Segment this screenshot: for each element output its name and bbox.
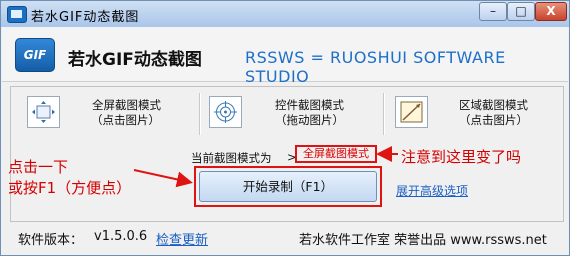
crosshair-target-icon[interactable] — [209, 96, 242, 128]
studio-tagline: RSSWS = RUOSHUI SOFTWARE STUDIO — [245, 48, 506, 86]
annotation-note-left-line2: 或按F1（方便点） — [8, 179, 132, 197]
mode-label: 区域截图模式 — [459, 98, 528, 112]
divider — [383, 93, 385, 135]
start-record-button[interactable]: 开始录制（F1） — [199, 171, 377, 202]
footer-credits: 若水软件工作室 荣誉出品 www.rssws.net — [299, 233, 547, 248]
fullscreen-capture-icon[interactable] — [27, 96, 60, 128]
mode-label: 全屏截图模式 — [92, 98, 161, 112]
version-label: 软件版本： — [18, 233, 84, 248]
divider — [199, 93, 201, 135]
app-name: 若水GIF动态截图 — [68, 50, 202, 70]
mode-hint: （拖动图片） — [275, 113, 344, 127]
title-bar[interactable]: 若水GIF动态截图 – □ X — [1, 1, 569, 27]
current-mode-label: 当前截图模式为 — [191, 151, 272, 165]
mode-hint: （点击图片） — [459, 113, 528, 127]
maximize-button[interactable]: □ — [507, 2, 535, 21]
mode-fullscreen[interactable]: 全屏截图模式 （点击图片） — [27, 87, 212, 139]
mode-region[interactable]: 区域截图模式 （点击图片） — [395, 87, 560, 139]
check-update-link[interactable]: 检查更新 — [156, 229, 208, 248]
annotation-note-top: 注意到这里变了吗 — [401, 148, 522, 166]
minimize-button[interactable]: – — [479, 2, 507, 21]
current-mode-value: 全屏截图模式 — [295, 145, 377, 163]
capture-mode-panel: 全屏截图模式 （点击图片） 控件截图模式 （拖动图片） 区域截图模式 （点击图片… — [10, 86, 564, 222]
mode-control[interactable]: 控件截图模式 （拖动图片） — [209, 87, 379, 139]
annotation-note-left-line1: 点击一下 — [8, 158, 69, 176]
close-button[interactable]: X — [535, 2, 567, 21]
mode-hint: （点击图片） — [91, 113, 160, 127]
app-icon — [7, 6, 27, 23]
app-window: 若水GIF动态截图 – □ X GIF 若水GIF动态截图 RSSWS = RU… — [0, 0, 570, 256]
app-header: GIF 若水GIF动态截图 RSSWS = RUOSHUI SOFTWARE S… — [2, 27, 568, 86]
version-value: v1.5.0.6 — [94, 229, 148, 244]
window-title: 若水GIF动态截图 — [31, 10, 140, 25]
gif-logo-icon: GIF — [15, 38, 55, 72]
region-capture-icon[interactable] — [395, 96, 428, 128]
show-advanced-options-link[interactable]: 展开高级选项 — [396, 182, 468, 199]
mode-label: 控件截图模式 — [275, 98, 344, 112]
